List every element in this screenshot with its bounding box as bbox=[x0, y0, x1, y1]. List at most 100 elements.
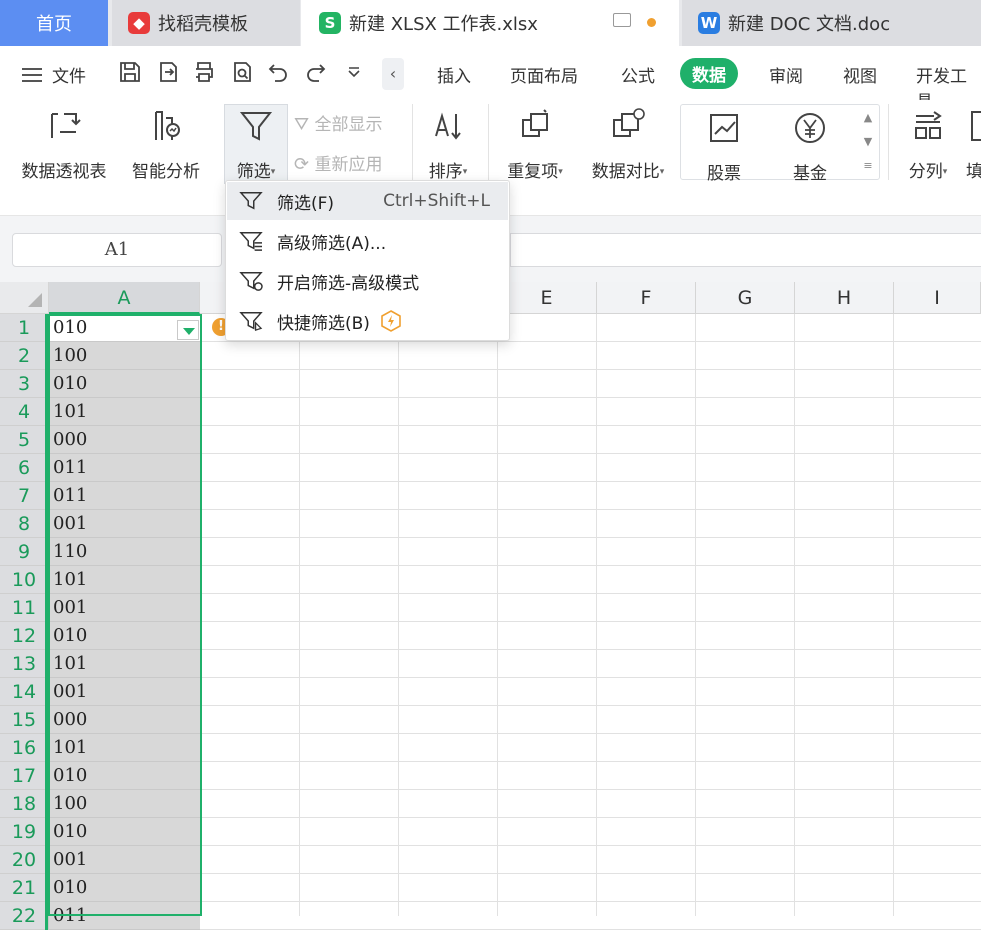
cell-a[interactable]: 000 bbox=[49, 426, 200, 454]
row-header[interactable]: 7 bbox=[0, 482, 49, 510]
column-header-g[interactable]: G bbox=[696, 282, 795, 314]
cell-a[interactable]: 101 bbox=[49, 398, 200, 426]
formula-input[interactable] bbox=[510, 233, 981, 267]
gallery-down-icon[interactable]: ▼ bbox=[858, 130, 878, 154]
column-header-h[interactable]: H bbox=[795, 282, 894, 314]
yuan-coin-icon bbox=[795, 113, 825, 143]
pivot-table-button[interactable]: 数据透视表 bbox=[18, 108, 110, 182]
row-header[interactable]: 4 bbox=[0, 398, 49, 426]
select-all-corner[interactable] bbox=[0, 282, 49, 314]
cell-a[interactable]: 110 bbox=[49, 538, 200, 566]
menu-item-filter-shortcut: Ctrl+Shift+L bbox=[383, 191, 490, 211]
column-header-a[interactable]: A bbox=[49, 282, 200, 314]
cell-a[interactable]: 010 bbox=[49, 370, 200, 398]
menu-item-quick-filter[interactable]: 快捷筛选(B) bbox=[227, 302, 508, 340]
cell-a[interactable]: 101 bbox=[49, 734, 200, 762]
pivot-table-icon bbox=[51, 113, 81, 138]
cell-a[interactable]: 010 bbox=[49, 874, 200, 902]
column-header-i[interactable]: I bbox=[894, 282, 981, 314]
tab-page-layout[interactable]: 页面布局 bbox=[510, 62, 578, 87]
row-header[interactable]: 2 bbox=[0, 342, 49, 370]
ribbon-scroll-left-button[interactable]: ‹ bbox=[382, 58, 404, 90]
export-icon[interactable] bbox=[156, 60, 180, 84]
print-icon[interactable] bbox=[192, 60, 216, 84]
row-header[interactable]: 15 bbox=[0, 706, 49, 734]
cell-a[interactable]: 001 bbox=[49, 510, 200, 538]
fund-button[interactable]: 基金 bbox=[786, 110, 834, 184]
row-header[interactable]: 3 bbox=[0, 370, 49, 398]
tab-formula[interactable]: 公式 bbox=[621, 62, 655, 87]
cell-a[interactable]: 100 bbox=[49, 790, 200, 818]
row-header[interactable]: 5 bbox=[0, 426, 49, 454]
row-header[interactable]: 11 bbox=[0, 594, 49, 622]
filter-button[interactable]: 筛选▾ bbox=[224, 108, 288, 182]
gallery-up-icon[interactable]: ▲ bbox=[858, 106, 878, 130]
cell-a[interactable]: 101 bbox=[49, 650, 200, 678]
tab-data[interactable]: 数据 bbox=[680, 58, 738, 89]
cell-a[interactable]: 010 bbox=[49, 818, 200, 846]
row-header[interactable]: 8 bbox=[0, 510, 49, 538]
menu-item-filter[interactable]: 筛选(F) Ctrl+Shift+L bbox=[227, 182, 508, 220]
tab-review[interactable]: 审阅 bbox=[769, 62, 803, 87]
name-box[interactable]: A1 bbox=[12, 233, 222, 267]
row-header[interactable]: 9 bbox=[0, 538, 49, 566]
autofilter-dropdown-button[interactable] bbox=[177, 320, 199, 340]
tab-xlsx-document[interactable]: S 新建 XLSX 工作表.xlsx bbox=[301, 0, 679, 46]
cell-a[interactable]: 001 bbox=[49, 846, 200, 874]
row-header[interactable]: 12 bbox=[0, 622, 49, 650]
tab-daoke-templates[interactable]: ◆ 找稻壳模板 bbox=[112, 0, 300, 46]
save-icon[interactable] bbox=[118, 60, 142, 84]
row-header[interactable]: 1 bbox=[0, 314, 49, 342]
cell-a[interactable]: 101 bbox=[49, 566, 200, 594]
tab-view[interactable]: 视图 bbox=[843, 62, 877, 87]
fill-button[interactable]: 填 bbox=[966, 108, 981, 182]
row-header[interactable]: 6 bbox=[0, 454, 49, 482]
cell-a[interactable]: 010 bbox=[49, 762, 200, 790]
gallery-expand-icon[interactable]: ≡ bbox=[858, 154, 878, 178]
cell-a[interactable]: 011 bbox=[49, 454, 200, 482]
cell-a[interactable]: 011 bbox=[49, 482, 200, 510]
gridline bbox=[200, 369, 981, 370]
split-column-icon bbox=[915, 111, 942, 139]
cell-a[interactable]: 000 bbox=[49, 706, 200, 734]
writer-icon: W bbox=[698, 12, 720, 34]
stock-button[interactable]: 股票 bbox=[700, 110, 748, 184]
cell-a[interactable]: 011 bbox=[49, 902, 200, 930]
row-header[interactable]: 19 bbox=[0, 818, 49, 846]
undo-icon[interactable] bbox=[266, 60, 290, 84]
duplicates-button[interactable]: 重复项▾ bbox=[500, 108, 570, 182]
gallery-scroll-controls[interactable]: ▲ ▼ ≡ bbox=[858, 106, 878, 178]
row-header[interactable]: 21 bbox=[0, 874, 49, 902]
cell-a[interactable]: 001 bbox=[49, 594, 200, 622]
row-header[interactable]: 20 bbox=[0, 846, 49, 874]
menu-item-advanced-filter[interactable]: 高级筛选(A)... bbox=[227, 222, 508, 260]
data-compare-button[interactable]: 数据对比▾ bbox=[584, 108, 672, 182]
row-header[interactable]: 13 bbox=[0, 650, 49, 678]
row-header[interactable]: 18 bbox=[0, 790, 49, 818]
tab-insert[interactable]: 插入 bbox=[437, 62, 471, 87]
print-preview-icon[interactable] bbox=[230, 60, 254, 84]
cell-a[interactable]: 010 bbox=[49, 622, 200, 650]
spreadsheet-grid[interactable]: A E F G H I 1 010 2 100 3 010 4 101 5 000 6 011 7 011… bbox=[0, 282, 981, 930]
row-header[interactable]: 10 bbox=[0, 566, 49, 594]
column-header-e[interactable]: E bbox=[497, 282, 597, 314]
cell-a[interactable]: 001 bbox=[49, 678, 200, 706]
row-header[interactable]: 14 bbox=[0, 678, 49, 706]
file-menu-button[interactable]: 文件 bbox=[22, 62, 86, 87]
row-header[interactable]: 17 bbox=[0, 762, 49, 790]
row-header[interactable]: 16 bbox=[0, 734, 49, 762]
reapply-button: ⟳ 重新应用 bbox=[294, 150, 404, 175]
gridline bbox=[200, 733, 981, 734]
split-column-button[interactable]: 分列▾ bbox=[900, 108, 956, 182]
quick-access-dropdown-icon[interactable] bbox=[342, 60, 366, 84]
sort-button[interactable]: 排序▾ bbox=[420, 108, 476, 182]
menu-item-advanced-mode[interactable]: 开启筛选-高级模式 bbox=[227, 262, 508, 300]
row-header[interactable]: 22 bbox=[0, 902, 49, 930]
tab-home[interactable]: 首页 bbox=[0, 0, 108, 46]
smart-analysis-button[interactable]: 智能分析 bbox=[128, 108, 204, 182]
column-header-f[interactable]: F bbox=[597, 282, 696, 314]
tab-doc-document[interactable]: W 新建 DOC 文档.doc bbox=[682, 0, 981, 46]
redo-icon[interactable] bbox=[304, 60, 328, 84]
monitor-icon[interactable] bbox=[613, 13, 631, 27]
cell-a[interactable]: 100 bbox=[49, 342, 200, 370]
